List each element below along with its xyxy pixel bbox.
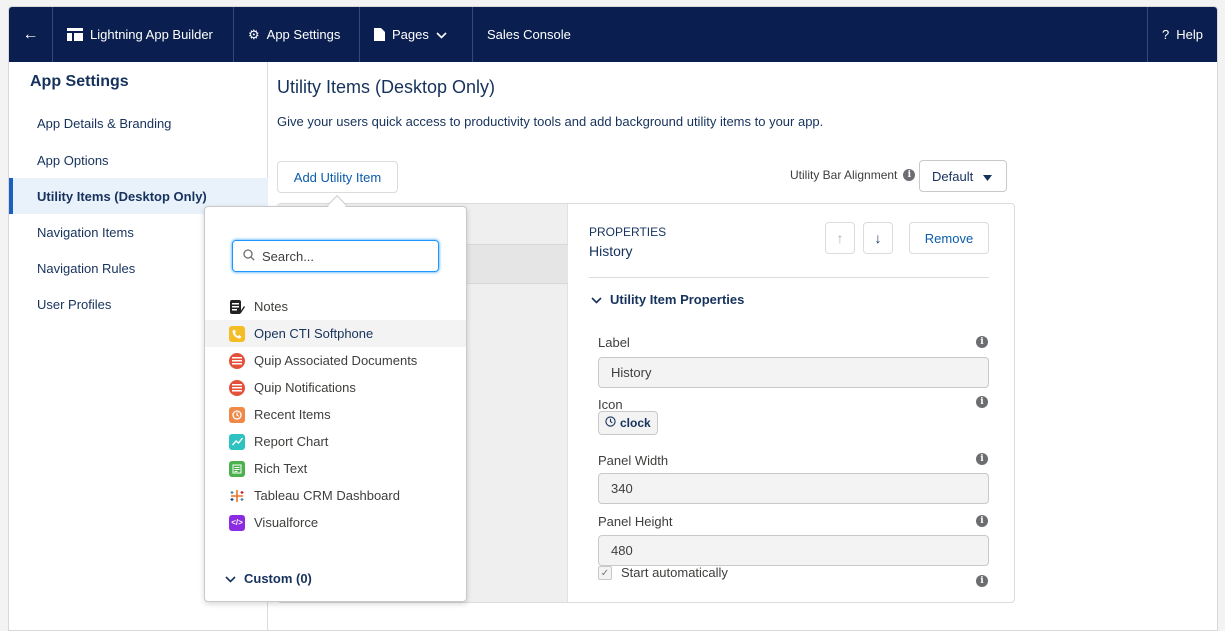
search-placeholder: Search... [262, 248, 315, 264]
info-icon[interactable]: i [976, 515, 988, 527]
list-item-label: Rich Text [254, 461, 308, 476]
page-title: Utility Items (Desktop Only) [277, 77, 496, 97]
page-icon [374, 28, 385, 41]
list-item-label: Recent Items [254, 407, 331, 422]
move-down-button[interactable]: ↓ [863, 222, 893, 254]
code-icon: </> [229, 514, 245, 531]
list-item-quip-notifications[interactable]: Quip Notifications [205, 374, 466, 401]
list-item-quip-associated-documents[interactable]: Quip Associated Documents [205, 347, 466, 374]
panel-width-label: Panel Width [598, 453, 669, 468]
section-title-label: Utility Item Properties [610, 292, 745, 307]
back-arrow-icon: ← [22, 25, 39, 43]
list-item-label: Tableau CRM Dashboard [254, 488, 400, 503]
list-item-open-cti-softphone[interactable]: Open CTI Softphone [205, 320, 466, 347]
list-item-label: Open CTI Softphone [254, 326, 374, 341]
list-item-notes[interactable]: Notes [205, 293, 466, 320]
gear-icon: ⚙ [248, 26, 260, 42]
arrow-down-icon: ↓ [874, 230, 882, 246]
app-builder-title: Lightning App Builder [53, 7, 234, 62]
icon-value: clock [620, 416, 651, 430]
arrow-up-icon: ↑ [836, 230, 844, 246]
quip-icon [229, 379, 245, 396]
sidebar-item-app-details[interactable]: App Details & Branding [9, 105, 268, 141]
help-icon: ? [1162, 27, 1170, 42]
app-name-label: Sales Console [487, 27, 571, 42]
move-up-button[interactable]: ↑ [825, 222, 855, 254]
pages-menu[interactable]: Pages [360, 7, 473, 62]
custom-section-toggle[interactable]: Custom (0) [225, 571, 312, 586]
remove-button[interactable]: Remove [909, 222, 989, 254]
search-icon [243, 248, 255, 264]
info-icon[interactable]: i [976, 336, 988, 348]
info-icon[interactable]: i [976, 396, 988, 408]
divider [589, 277, 989, 278]
app-builder-icon [67, 28, 83, 41]
chevron-down-icon [436, 27, 447, 42]
properties-heading: PROPERTIES [589, 225, 667, 239]
custom-section-label: Custom (0) [244, 571, 312, 586]
pages-label: Pages [392, 27, 429, 42]
sidebar-title: App Settings [30, 73, 129, 90]
sidebar-item-app-options[interactable]: App Options [9, 142, 268, 178]
chevron-down-icon [225, 571, 236, 586]
tableau-icon [229, 487, 245, 504]
label-field-label: Label [598, 335, 630, 350]
info-icon[interactable]: i [903, 169, 916, 181]
icon-field-label: Icon [598, 397, 623, 412]
search-input[interactable]: Search... [232, 240, 439, 272]
help-label: Help [1176, 27, 1203, 42]
panel-height-input[interactable]: 480 [598, 535, 989, 566]
add-utility-item-popover: Search... Notes Open CTI Softphone Quip … [204, 206, 467, 602]
add-utility-item-button[interactable]: Add Utility Item [277, 161, 398, 193]
page-description: Give your users quick access to producti… [277, 114, 824, 129]
rich-text-icon [229, 460, 245, 477]
app-settings-tab[interactable]: ⚙ App Settings [234, 7, 360, 62]
back-button[interactable]: ← [9, 7, 53, 62]
info-icon[interactable]: i [976, 453, 988, 465]
utility-bar-alignment: Utility Bar Alignment i [790, 168, 916, 182]
info-icon[interactable]: i [976, 575, 988, 587]
app-name: Sales Console [473, 7, 585, 62]
app-builder-label: Lightning App Builder [90, 27, 213, 42]
app-settings-label: App Settings [266, 27, 341, 42]
help-button[interactable]: ? Help [1147, 7, 1217, 62]
icon-selector[interactable]: clock [598, 411, 658, 435]
quip-icon [229, 352, 245, 369]
list-item-visualforce[interactable]: </> Visualforce [205, 509, 466, 536]
clock-icon [229, 406, 245, 423]
panel-height-label: Panel Height [598, 514, 673, 529]
list-item-tableau-crm-dashboard[interactable]: Tableau CRM Dashboard [205, 482, 466, 509]
notes-icon [229, 298, 245, 315]
alignment-value: Default [932, 168, 974, 184]
list-item-rich-text[interactable]: Rich Text [205, 455, 466, 482]
chevron-down-icon [591, 292, 602, 307]
properties-item-name: History [589, 243, 633, 259]
list-item-report-chart[interactable]: Report Chart [205, 428, 466, 455]
caret-down-icon [983, 169, 993, 184]
clock-icon [605, 416, 616, 430]
list-item-label: Report Chart [254, 434, 329, 449]
top-bar: ← Lightning App Builder ⚙ App Settings P… [9, 7, 1217, 62]
utility-item-properties-section[interactable]: Utility Item Properties [591, 292, 744, 307]
list-item-label: Quip Associated Documents [254, 353, 418, 368]
panel-width-input[interactable]: 340 [598, 473, 989, 504]
label-input[interactable]: History [598, 357, 989, 388]
alignment-select[interactable]: Default [919, 160, 1007, 192]
alignment-label: Utility Bar Alignment [790, 168, 898, 182]
list-item-label: Quip Notifications [254, 380, 356, 395]
list-item-label: Visualforce [254, 515, 319, 530]
list-item-label: Notes [254, 299, 288, 314]
phone-icon [229, 325, 245, 342]
start-automatically-label: Start automatically [621, 565, 728, 580]
report-chart-icon [229, 433, 245, 450]
start-automatically-checkbox[interactable]: ✓ [598, 566, 612, 580]
list-item-recent-items[interactable]: Recent Items [205, 401, 466, 428]
